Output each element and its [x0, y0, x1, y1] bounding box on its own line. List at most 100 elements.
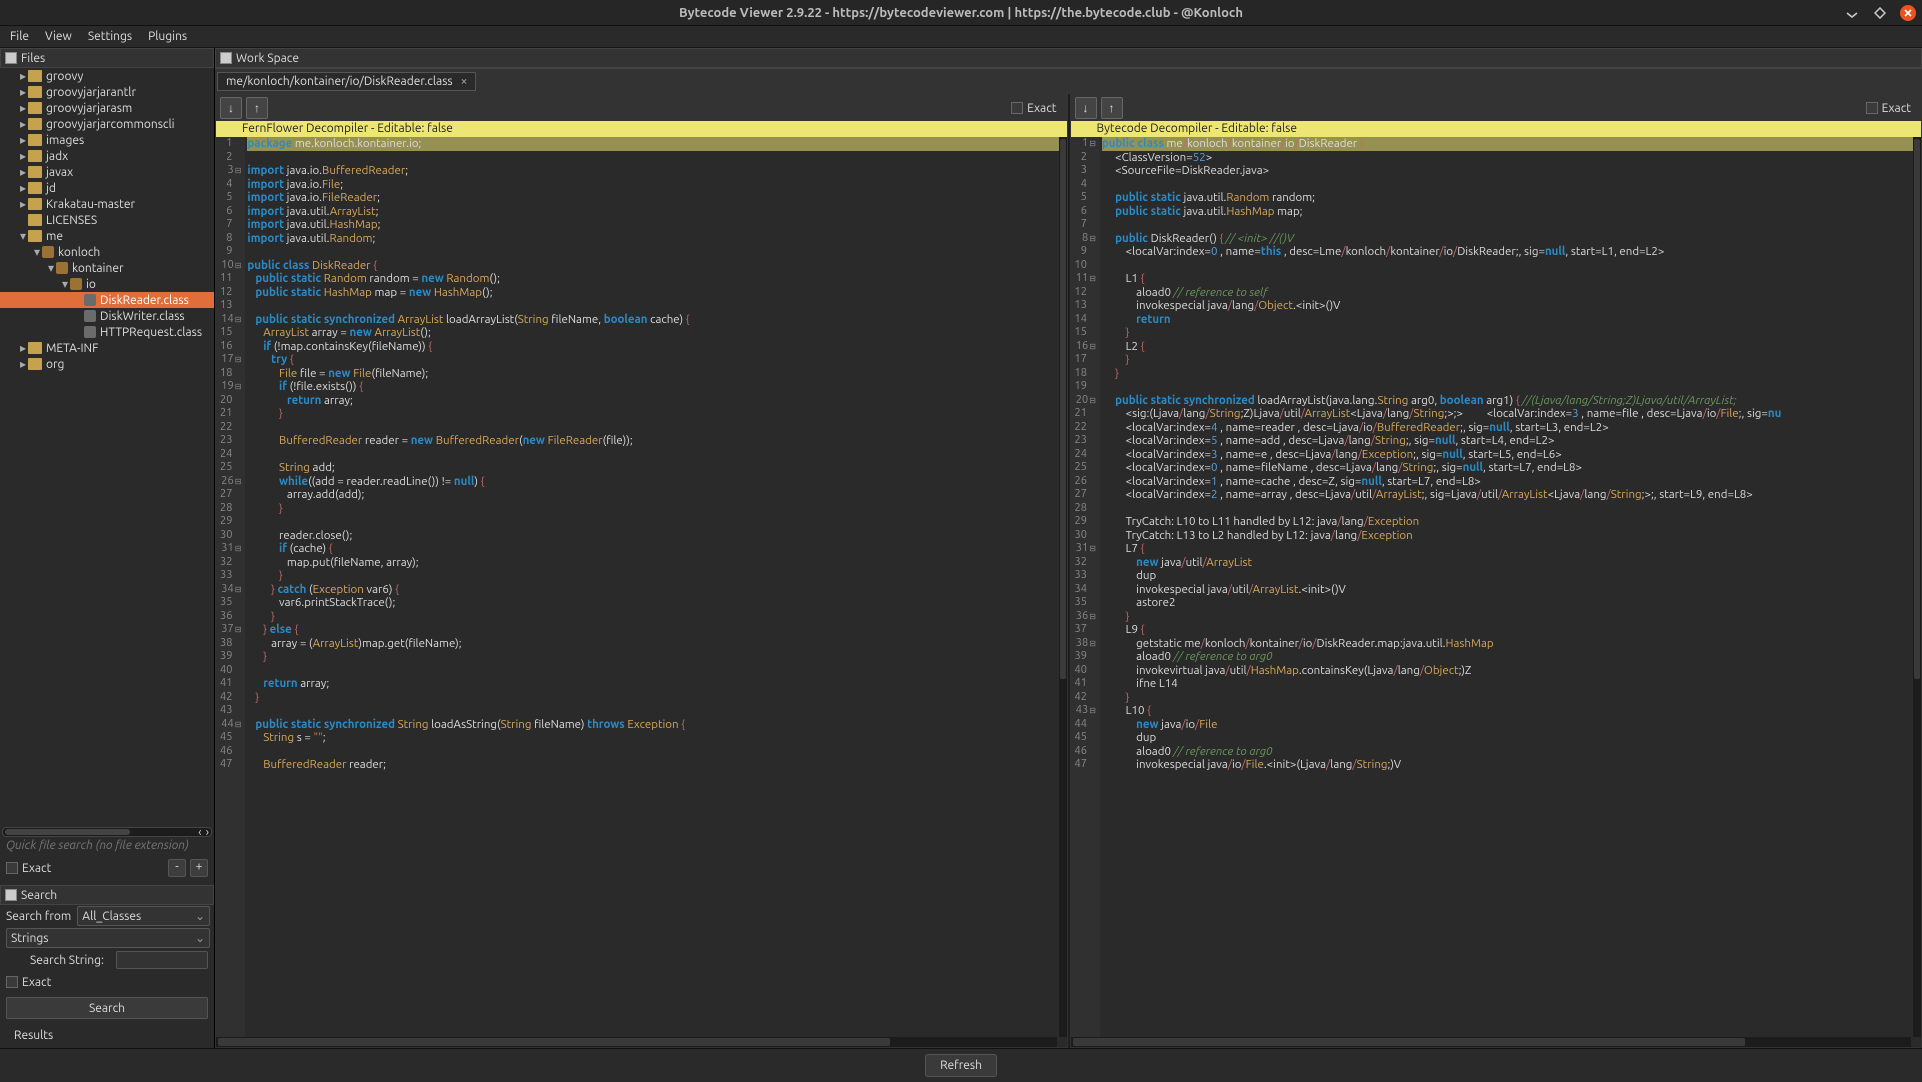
- expander-icon[interactable]: ▾: [18, 229, 28, 243]
- tree-node[interactable]: HTTPRequest.class: [0, 324, 214, 340]
- tree-label: org: [46, 358, 64, 371]
- arrow-down-icon[interactable]: ↓: [220, 97, 242, 119]
- tree-label: kontainer: [72, 262, 124, 275]
- expander-icon[interactable]: ▸: [18, 133, 28, 147]
- pane-left-hscroll[interactable]: [216, 1037, 1057, 1047]
- pane-right-exact-checkbox[interactable]: [1866, 102, 1878, 114]
- expander-icon[interactable]: ▸: [18, 197, 28, 211]
- refresh-button[interactable]: Refresh: [925, 1054, 997, 1077]
- bottom-bar: Refresh: [0, 1048, 1922, 1082]
- search-from-combo[interactable]: All_Classes⌄: [77, 906, 210, 926]
- menu-view[interactable]: View: [39, 28, 78, 45]
- expander-icon[interactable]: ▸: [18, 181, 28, 195]
- arrow-down-icon[interactable]: ↓: [1075, 97, 1097, 119]
- expander-icon[interactable]: ▸: [18, 85, 28, 99]
- tree-node[interactable]: ▸groovyjarjarcommonscli: [0, 116, 214, 132]
- workspace-header-label: Work Space: [236, 52, 299, 65]
- files-exact-checkbox[interactable]: [6, 862, 18, 874]
- tree-expand-button[interactable]: +: [190, 859, 208, 877]
- expander-icon[interactable]: ▾: [32, 245, 42, 259]
- arrow-up-icon[interactable]: ↑: [1101, 97, 1123, 119]
- pane-left-code[interactable]: 123⊟45678910⊟11121314⊟151617⊟1819⊟202122…: [216, 137, 1067, 1047]
- pane-left-title: FernFlower Decompiler - Editable: false: [242, 122, 453, 135]
- expander-icon[interactable]: ▾: [60, 277, 70, 291]
- tree-node[interactable]: ▾ io: [0, 276, 214, 292]
- menu-plugins[interactable]: Plugins: [142, 28, 193, 45]
- folder-icon: [28, 134, 42, 146]
- files-header-label: Files: [21, 52, 45, 65]
- expander-icon[interactable]: ▸: [18, 357, 28, 371]
- tree-node[interactable]: ▸groovy: [0, 68, 214, 84]
- refresh-button-label: Refresh: [940, 1059, 982, 1072]
- folder-icon: [28, 214, 42, 226]
- tree-collapse-button[interactable]: -: [168, 859, 186, 877]
- search-string-label: Search String:: [0, 954, 116, 967]
- tree-node[interactable]: ▸ org: [0, 356, 214, 372]
- search-results-label: Results: [0, 1023, 214, 1048]
- pkg-icon: [70, 278, 82, 290]
- close-icon[interactable]: [1900, 5, 1916, 21]
- workspace-header: Work Space: [215, 48, 1922, 68]
- tree-node[interactable]: ▸jadx: [0, 148, 214, 164]
- folder-icon: [28, 70, 42, 82]
- tree-node[interactable]: ▸jd: [0, 180, 214, 196]
- pane-right-vscroll[interactable]: [1913, 137, 1921, 1037]
- tree-label: io: [86, 278, 96, 291]
- tab-diskreader[interactable]: me/konloch/kontainer/io/DiskReader.class…: [217, 72, 476, 91]
- tree-node[interactable]: LICENSES: [0, 212, 214, 228]
- files-toggle[interactable]: [5, 52, 17, 64]
- pane-right-hscroll[interactable]: [1071, 1037, 1912, 1047]
- pane-left-vscroll[interactable]: [1059, 137, 1067, 1037]
- tree-label: groovyjarjarantlr: [46, 86, 136, 99]
- tree-node[interactable]: ▸Krakatau-master: [0, 196, 214, 212]
- arrow-up-icon[interactable]: ↑: [246, 97, 268, 119]
- tree-hscroll[interactable]: ‹›: [2, 827, 212, 837]
- tree-node[interactable]: ▾konloch: [0, 244, 214, 260]
- menu-settings[interactable]: Settings: [82, 28, 138, 45]
- tree-node[interactable]: DiskWriter.class: [0, 308, 214, 324]
- tree-node[interactable]: ▾ kontainer: [0, 260, 214, 276]
- search-header: Search: [0, 885, 214, 905]
- expander-icon[interactable]: ▸: [18, 101, 28, 115]
- tree-node[interactable]: ▾ me: [0, 228, 214, 244]
- folder-icon: [28, 358, 42, 370]
- cls-icon: [84, 294, 96, 306]
- tree-node[interactable]: ▸javax: [0, 164, 214, 180]
- expander-icon[interactable]: ▸: [18, 165, 28, 179]
- pane-right-code[interactable]: 1⊟2345678⊟91011⊟1213141516⊟17181920⊟2122…: [1071, 137, 1922, 1047]
- tree-node[interactable]: DiskReader.class: [0, 292, 214, 308]
- search-button[interactable]: Search: [6, 997, 208, 1019]
- expander-icon[interactable]: ▸: [18, 149, 28, 163]
- search-type-combo[interactable]: Strings⌄: [6, 928, 210, 948]
- tree-label: DiskWriter.class: [100, 310, 185, 323]
- expander-icon[interactable]: ▾: [46, 261, 56, 275]
- minimize-icon[interactable]: [1844, 5, 1860, 21]
- menubar: FileViewSettingsPlugins: [0, 26, 1922, 48]
- search-exact-checkbox[interactable]: [6, 976, 18, 988]
- tree-node[interactable]: ▸images: [0, 132, 214, 148]
- titlebar: Bytecode Viewer 2.9.22 - https://bytecod…: [0, 0, 1922, 26]
- tab-close-icon[interactable]: ×: [461, 75, 468, 88]
- tree-label: HTTPRequest.class: [100, 326, 202, 339]
- quick-file-search[interactable]: Quick file search (no file extension): [0, 837, 214, 857]
- folder-icon: [28, 102, 42, 114]
- maximize-icon[interactable]: [1872, 5, 1888, 21]
- tree-label: LICENSES: [46, 214, 97, 227]
- menu-file[interactable]: File: [4, 28, 35, 45]
- search-string-input[interactable]: [116, 951, 208, 969]
- tree-label: me: [46, 230, 63, 243]
- expander-icon[interactable]: ▸: [18, 117, 28, 131]
- tree-node[interactable]: ▸groovyjarjarasm: [0, 100, 214, 116]
- folder-icon: [28, 198, 42, 210]
- chevron-down-icon: ⌄: [195, 931, 205, 945]
- pane-bytecode: ↓ ↑ Exact Bytecode Decompiler - Editable…: [1070, 94, 1922, 1048]
- tree-node[interactable]: ▸ groovyjarjarantlr: [0, 84, 214, 100]
- search-toggle[interactable]: [5, 889, 17, 901]
- search-header-label: Search: [21, 889, 57, 902]
- workspace-toggle[interactable]: [220, 52, 232, 64]
- expander-icon[interactable]: ▸: [18, 341, 28, 355]
- pane-left-exact-checkbox[interactable]: [1011, 102, 1023, 114]
- expander-icon[interactable]: ▸: [18, 69, 28, 83]
- tree-node[interactable]: ▸META-INF: [0, 340, 214, 356]
- file-tree[interactable]: ▸groovy▸groovyjarjarantlr▸groovyjarjaras…: [0, 68, 214, 837]
